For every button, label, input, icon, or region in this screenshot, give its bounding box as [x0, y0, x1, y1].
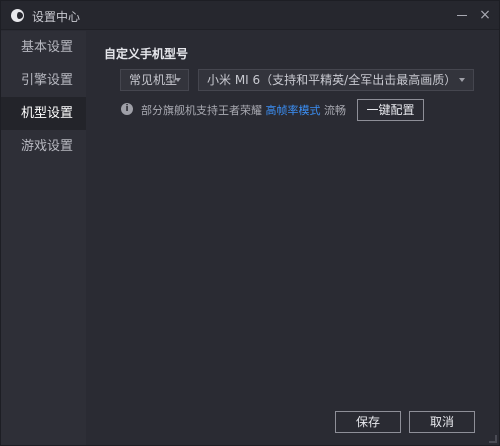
sidebar-item-basic[interactable]: 基本设置 [1, 31, 86, 64]
info-text-after: 流畅 [324, 104, 346, 117]
chevron-down-icon [459, 78, 465, 82]
sidebar-item-game[interactable]: 游戏设置 [1, 130, 86, 163]
info-icon: i [121, 103, 133, 115]
device-type-select[interactable]: 常见机型 [120, 69, 189, 91]
one-click-config-button[interactable]: 一键配置 [357, 99, 424, 121]
section-title: 自定义手机型号 [104, 47, 189, 61]
sidebar-item-device-model[interactable]: 机型设置 [1, 97, 86, 130]
sidebar-item-engine[interactable]: 引擎设置 [1, 64, 86, 97]
device-model-select[interactable]: 小米 MI 6（支持和平精英/全军出击最高画质） [198, 69, 474, 91]
title-bar[interactable]: 设置中心 × [1, 1, 499, 30]
chevron-down-icon [175, 78, 181, 82]
info-text-before: 部分旗舰机支持王者荣耀 [141, 104, 262, 117]
app-logo-icon [11, 9, 24, 22]
high-fps-mode-link[interactable]: 高帧率模式 [266, 104, 321, 117]
main-panel: 自定义手机型号 常见机型 小米 MI 6（支持和平精英/全军出击最高画质） i … [86, 31, 499, 445]
device-type-value: 常见机型 [129, 73, 178, 87]
resize-grip[interactable] [489, 435, 497, 443]
device-model-value: 小米 MI 6（支持和平精英/全军出击最高画质） [207, 73, 457, 87]
save-button[interactable]: 保存 [335, 411, 401, 433]
minimize-icon[interactable] [453, 6, 471, 24]
settings-window: 设置中心 × 基本设置 引擎设置 机型设置 游戏设置 自定义手机型号 常见机型 … [0, 0, 500, 446]
sidebar: 基本设置 引擎设置 机型设置 游戏设置 [1, 31, 86, 445]
window-title: 设置中心 [32, 10, 81, 24]
close-icon[interactable]: × [476, 6, 494, 24]
cancel-button[interactable]: 取消 [409, 411, 475, 433]
info-text: 部分旗舰机支持王者荣耀 高帧率模式 流畅 [141, 102, 346, 118]
